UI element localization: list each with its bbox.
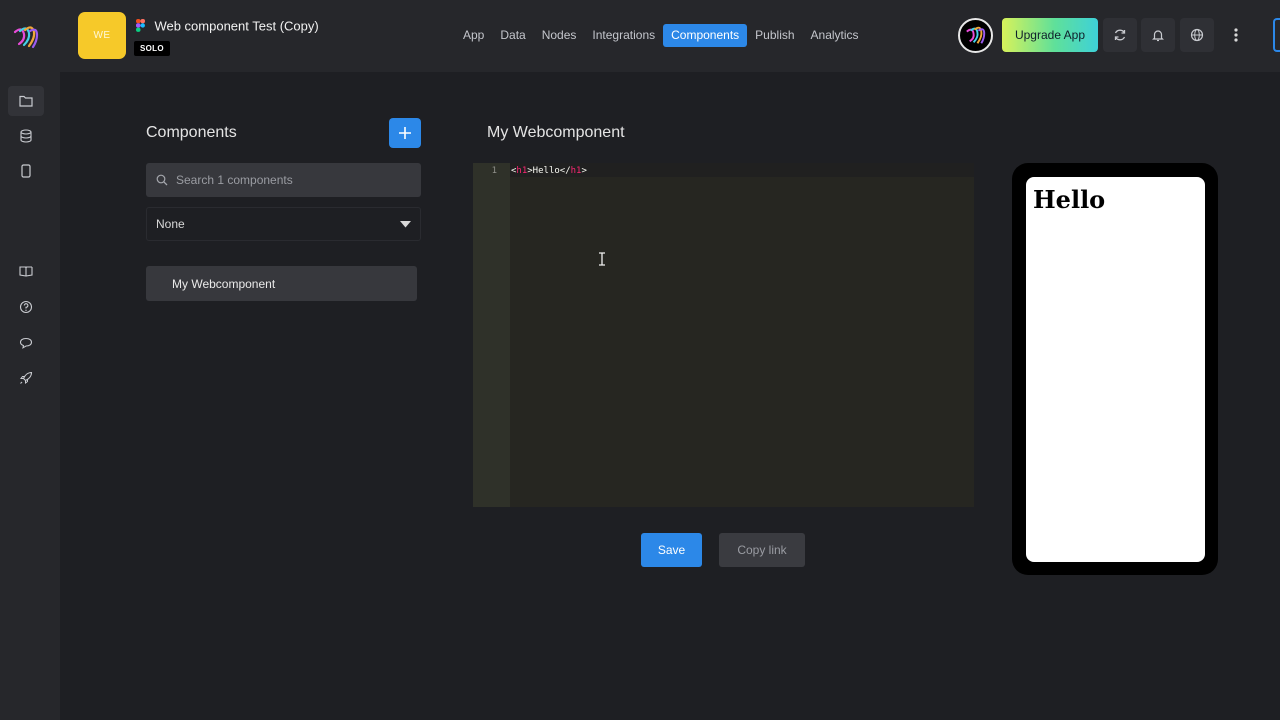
plan-badge: SOLO: [134, 41, 170, 56]
caret-down-icon: [400, 220, 411, 227]
more-vertical-icon: [1234, 28, 1238, 42]
top-bar: WE Web component Test (Copy) SOLO App Da…: [0, 0, 1280, 72]
plus-icon: [399, 127, 411, 139]
component-list-item[interactable]: My Webcomponent: [146, 266, 417, 301]
refresh-icon: [1114, 29, 1126, 41]
components-panel-title: Components: [146, 124, 237, 141]
search-icon: [156, 174, 168, 186]
help-icon: [19, 300, 33, 314]
upgrade-app-button[interactable]: Upgrade App: [1002, 18, 1098, 52]
edge-panel-toggle[interactable]: [1273, 18, 1280, 52]
bell-icon: [1152, 30, 1164, 42]
filter-value: None: [156, 217, 185, 231]
copy-link-button[interactable]: Copy link: [719, 533, 805, 567]
chat-icon: [19, 337, 33, 349]
nav-nodes[interactable]: Nodes: [534, 24, 585, 47]
avatar-logo-icon: [966, 26, 986, 44]
code-line[interactable]: <h1>Hello</h1>: [511, 166, 587, 176]
code-mid: >Hello</: [527, 166, 571, 176]
sidebar-item-database[interactable]: [17, 127, 35, 145]
sidebar-item-help[interactable]: [17, 298, 35, 316]
nav-publish[interactable]: Publish: [747, 24, 802, 47]
search-input[interactable]: [176, 173, 406, 187]
app-title[interactable]: Web component Test (Copy): [154, 18, 318, 33]
nav-data[interactable]: Data: [492, 24, 533, 47]
database-icon: [20, 129, 32, 143]
book-icon: [19, 266, 33, 277]
text-cursor-icon: [599, 252, 605, 266]
sidebar-item-launch[interactable]: [17, 369, 35, 387]
rocket-icon: [20, 371, 33, 384]
line-number: 1: [491, 166, 497, 176]
sidebar-item-docs[interactable]: [17, 262, 35, 280]
globe-icon: [1190, 28, 1204, 42]
code-tag-open: h1: [516, 166, 528, 176]
save-button[interactable]: Save: [641, 533, 702, 567]
sidebar-item-screens[interactable]: [17, 162, 35, 180]
app-avatar[interactable]: WE: [78, 12, 126, 59]
preview-heading: Hello: [1033, 185, 1106, 214]
editor-gutter: 1: [473, 163, 510, 507]
phone-preview: Hello: [1012, 163, 1218, 575]
user-avatar[interactable]: [958, 18, 993, 53]
refresh-button[interactable]: [1103, 18, 1137, 52]
code-tag-close: h1: [570, 166, 582, 176]
phone-icon: [21, 164, 31, 178]
more-options-button[interactable]: [1224, 22, 1248, 48]
figma-icon: [136, 19, 145, 33]
nav-analytics[interactable]: Analytics: [803, 24, 867, 47]
left-sidebar: [0, 72, 60, 720]
sidebar-item-chat[interactable]: [17, 334, 35, 352]
notifications-button[interactable]: [1141, 18, 1175, 52]
code-editor[interactable]: 1 <h1>Hello</h1>: [473, 163, 974, 507]
folder-icon: [19, 95, 33, 107]
nav-components[interactable]: Components: [663, 24, 748, 47]
rainbow-swirl-logo-icon[interactable]: [10, 22, 42, 54]
preview-screen: Hello: [1026, 177, 1205, 562]
add-component-button[interactable]: [389, 118, 421, 148]
editor-title: My Webcomponent: [487, 124, 625, 141]
sidebar-item-files[interactable]: [8, 86, 44, 116]
code-close: >: [581, 166, 587, 176]
app-title-group: Web component Test (Copy): [136, 17, 319, 35]
component-search[interactable]: [146, 163, 421, 197]
nav-integrations[interactable]: Integrations: [584, 24, 663, 47]
nav-app[interactable]: App: [455, 24, 492, 47]
language-button[interactable]: [1180, 18, 1214, 52]
component-filter-select[interactable]: None: [146, 207, 421, 241]
main-nav: App Data Nodes Integrations Components P…: [455, 24, 867, 47]
